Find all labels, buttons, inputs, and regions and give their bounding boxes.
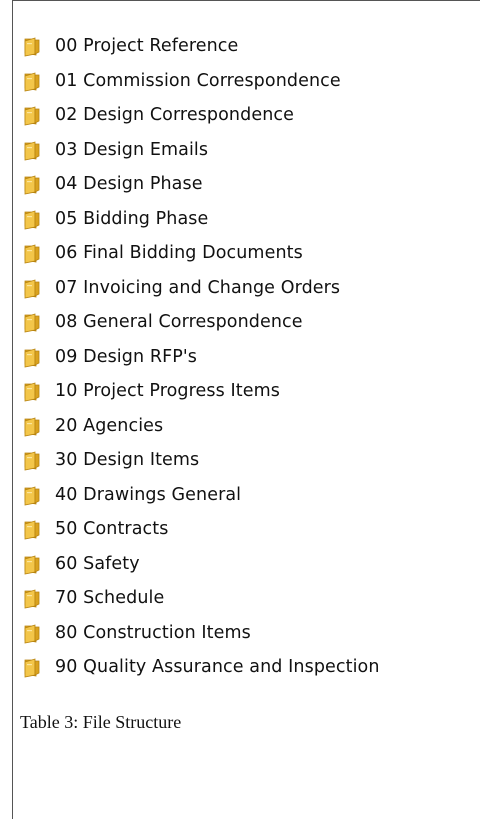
folder-icon bbox=[22, 380, 44, 402]
folder-icon bbox=[22, 70, 44, 92]
folder-icon bbox=[22, 311, 44, 333]
folder-label: 70 Schedule bbox=[55, 588, 165, 609]
folder-label: 07 Invoicing and Change Orders bbox=[55, 277, 341, 298]
folder-icon bbox=[22, 173, 44, 195]
folder-icon bbox=[22, 277, 44, 299]
folder-label: 50 Contracts bbox=[55, 519, 169, 540]
folder-item[interactable]: 06 Final Bidding Documents bbox=[22, 236, 380, 271]
folder-item[interactable]: 40 Drawings General bbox=[22, 478, 380, 513]
folder-item[interactable]: 01 Commission Correspondence bbox=[22, 64, 380, 99]
folder-list: 00 Project Reference 01 Commission Corres… bbox=[22, 29, 380, 685]
folder-icon bbox=[22, 518, 44, 540]
folder-label: 40 Drawings General bbox=[55, 484, 242, 505]
folder-label: 06 Final Bidding Documents bbox=[55, 243, 303, 264]
folder-item[interactable]: 02 Design Correspondence bbox=[22, 98, 380, 133]
caption-text: Table 3: File Structure bbox=[20, 711, 182, 732]
folder-label: 30 Design Items bbox=[55, 450, 200, 471]
folder-item[interactable]: 80 Construction Items bbox=[22, 616, 380, 651]
folder-item[interactable]: 20 Agencies bbox=[22, 409, 380, 444]
folder-item[interactable]: 04 Design Phase bbox=[22, 167, 380, 202]
folder-item[interactable]: 30 Design Items bbox=[22, 443, 380, 478]
folder-item[interactable]: 10 Project Progress Items bbox=[22, 374, 380, 409]
table-caption: Table 3: File Structure bbox=[14, 705, 310, 739]
folder-icon bbox=[22, 449, 44, 471]
folder-label: 04 Design Phase bbox=[55, 174, 203, 195]
folder-icon bbox=[22, 415, 44, 437]
folder-icon bbox=[22, 656, 44, 678]
folder-label: 03 Design Emails bbox=[55, 139, 209, 160]
folder-item[interactable]: 50 Contracts bbox=[22, 512, 380, 547]
folder-item[interactable]: 70 Schedule bbox=[22, 581, 380, 616]
folder-item[interactable]: 05 Bidding Phase bbox=[22, 202, 380, 237]
folder-icon bbox=[22, 587, 44, 609]
folder-icon bbox=[22, 208, 44, 230]
folder-item[interactable]: 07 Invoicing and Change Orders bbox=[22, 271, 380, 306]
folder-icon bbox=[22, 35, 44, 57]
folder-icon bbox=[22, 139, 44, 161]
folder-icon bbox=[22, 622, 44, 644]
folder-label: 02 Design Correspondence bbox=[55, 105, 294, 126]
folder-item[interactable]: 00 Project Reference bbox=[22, 29, 380, 64]
folder-label: 08 General Correspondence bbox=[55, 312, 303, 333]
folder-label: 09 Design RFP's bbox=[55, 346, 198, 367]
folder-label: 10 Project Progress Items bbox=[55, 381, 280, 402]
folder-label: 90 Quality Assurance and Inspection bbox=[55, 657, 380, 678]
folder-label: 05 Bidding Phase bbox=[55, 208, 209, 229]
folder-label: 60 Safety bbox=[55, 553, 140, 574]
folder-item[interactable]: 09 Design RFP's bbox=[22, 340, 380, 375]
folder-label: 00 Project Reference bbox=[55, 36, 239, 57]
folder-icon bbox=[22, 553, 44, 575]
folder-icon bbox=[22, 346, 44, 368]
folder-icon bbox=[22, 104, 44, 126]
folder-label: 80 Construction Items bbox=[55, 622, 251, 643]
folder-icon bbox=[22, 484, 44, 506]
folder-icon bbox=[22, 242, 44, 264]
folder-item[interactable]: 03 Design Emails bbox=[22, 133, 380, 168]
folder-label: 20 Agencies bbox=[55, 415, 164, 436]
folder-item[interactable]: 60 Safety bbox=[22, 547, 380, 582]
folder-item[interactable]: 08 General Correspondence bbox=[22, 305, 380, 340]
folder-label: 01 Commission Correspondence bbox=[55, 70, 341, 91]
folder-item[interactable]: 90 Quality Assurance and Inspection bbox=[22, 650, 380, 685]
